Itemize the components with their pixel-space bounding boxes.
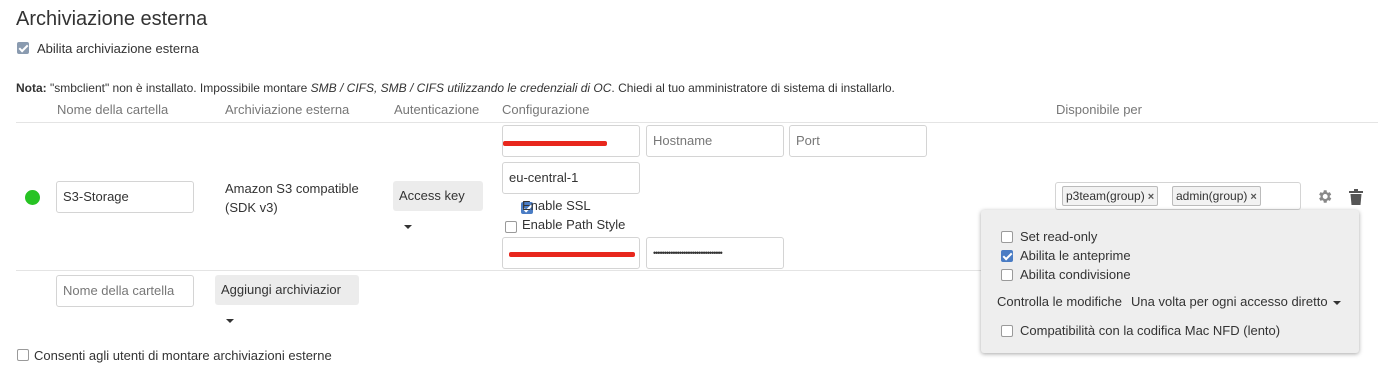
storage-type: Amazon S3 compatible (SDK v3) — [225, 179, 359, 217]
nfd-label[interactable]: Compatibilità con la codifica Mac NFD (l… — [1020, 323, 1280, 338]
remove-tag-icon[interactable]: × — [1148, 191, 1154, 203]
secret-key-input[interactable]: •••••••••••••••••••••••••••••••• — [646, 237, 784, 269]
mount-options-popup: Set read-only Abilita le anteprime Abili… — [981, 210, 1359, 353]
region-input[interactable]: eu-central-1 — [502, 162, 640, 194]
bucket-input[interactable] — [502, 125, 640, 157]
storage-type-line-1: Amazon S3 compatible — [225, 181, 359, 196]
option-read-only[interactable]: Set read-only — [1001, 229, 1097, 244]
enable-path-style-checkbox[interactable] — [505, 221, 517, 233]
applicable-tag: p3team(group) × — [1062, 186, 1159, 206]
nfd-checkbox[interactable] — [1001, 324, 1013, 337]
chevron-down-icon — [226, 318, 234, 323]
hostname-input[interactable]: Hostname — [646, 125, 784, 157]
enable-external-checkbox[interactable] — [17, 42, 29, 54]
header-configuration: Configurazione — [502, 102, 590, 117]
smbclient-note: Nota: "smbclient" non è installato. Impo… — [16, 81, 895, 95]
page-title: Archiviazione esterna — [16, 8, 208, 30]
header-divider — [16, 122, 1378, 123]
sharing-label[interactable]: Abilita condivisione — [1020, 267, 1131, 282]
option-watch-changes: Controlla le modifiche Una volta per ogn… — [997, 294, 1341, 309]
sharing-checkbox[interactable] — [1001, 268, 1013, 281]
option-sharing[interactable]: Abilita condivisione — [1001, 267, 1131, 282]
watch-changes-label: Controlla le modifiche — [997, 294, 1123, 309]
storage-type-line-2: (SDK v3) — [225, 200, 278, 215]
remove-tag-icon[interactable]: × — [1250, 191, 1256, 203]
applicable-users-input[interactable]: p3team(group) × admin(group) × — [1055, 182, 1301, 210]
header-available-for: Disponibile per — [1056, 102, 1142, 117]
port-input[interactable]: Port — [789, 125, 927, 157]
trash-icon[interactable] — [1349, 189, 1363, 205]
header-folder-name: Nome della cartella — [57, 102, 169, 117]
redaction-mark — [503, 141, 607, 146]
redaction-mark — [509, 252, 635, 257]
access-key-input[interactable] — [502, 237, 640, 269]
add-storage-select[interactable]: Aggiungi archiviazior — [215, 275, 359, 323]
folder-name-input[interactable]: S3-Storage — [56, 181, 194, 213]
read-only-checkbox[interactable] — [1001, 230, 1013, 243]
read-only-label[interactable]: Set read-only — [1020, 229, 1097, 244]
enable-external-label[interactable]: Abilita archiviazione esterna — [37, 41, 199, 56]
new-folder-name-input[interactable]: Nome della cartella — [56, 275, 194, 307]
allow-users-mount-checkbox[interactable] — [17, 349, 29, 361]
header-external-storage: Archiviazione esterna — [225, 102, 350, 117]
enable-ssl-label[interactable]: Enable SSL — [522, 198, 591, 213]
option-nfd[interactable]: Compatibilità con la codifica Mac NFD (l… — [1001, 323, 1280, 338]
option-previews[interactable]: Abilita le anteprime — [1001, 248, 1131, 263]
chevron-down-icon — [1332, 300, 1341, 305]
previews-checkbox[interactable] — [1001, 249, 1013, 262]
row-divider — [16, 270, 982, 271]
watch-changes-select[interactable]: Una volta per ogni accesso diretto — [1131, 294, 1341, 309]
status-indicator — [25, 190, 40, 205]
chevron-down-icon — [404, 224, 412, 229]
note-text-2: . Chiedi al tuo amministratore di sistem… — [611, 81, 895, 95]
watch-changes-value: Una volta per ogni accesso diretto — [1131, 294, 1328, 309]
note-text-1: "smbclient" non è installato. Impossibil… — [46, 81, 311, 95]
note-italic: SMB / CIFS, SMB / CIFS utilizzando le cr… — [310, 81, 612, 95]
enable-path-style-label[interactable]: Enable Path Style — [522, 217, 625, 232]
tag-label: p3team(group) — [1066, 189, 1145, 203]
previews-label[interactable]: Abilita le anteprime — [1020, 248, 1131, 263]
applicable-tag: admin(group) × — [1172, 186, 1261, 206]
auth-select-label: Access key — [399, 188, 465, 203]
tag-label: admin(group) — [1176, 189, 1248, 203]
auth-select[interactable]: Access key — [393, 181, 483, 229]
allow-users-mount-label[interactable]: Consenti agli utenti di montare archivia… — [34, 348, 332, 363]
note-prefix: Nota: — [16, 81, 47, 95]
gear-icon[interactable] — [1316, 188, 1333, 205]
add-storage-label: Aggiungi archiviazior — [221, 282, 341, 297]
header-authentication: Autenticazione — [394, 102, 480, 117]
